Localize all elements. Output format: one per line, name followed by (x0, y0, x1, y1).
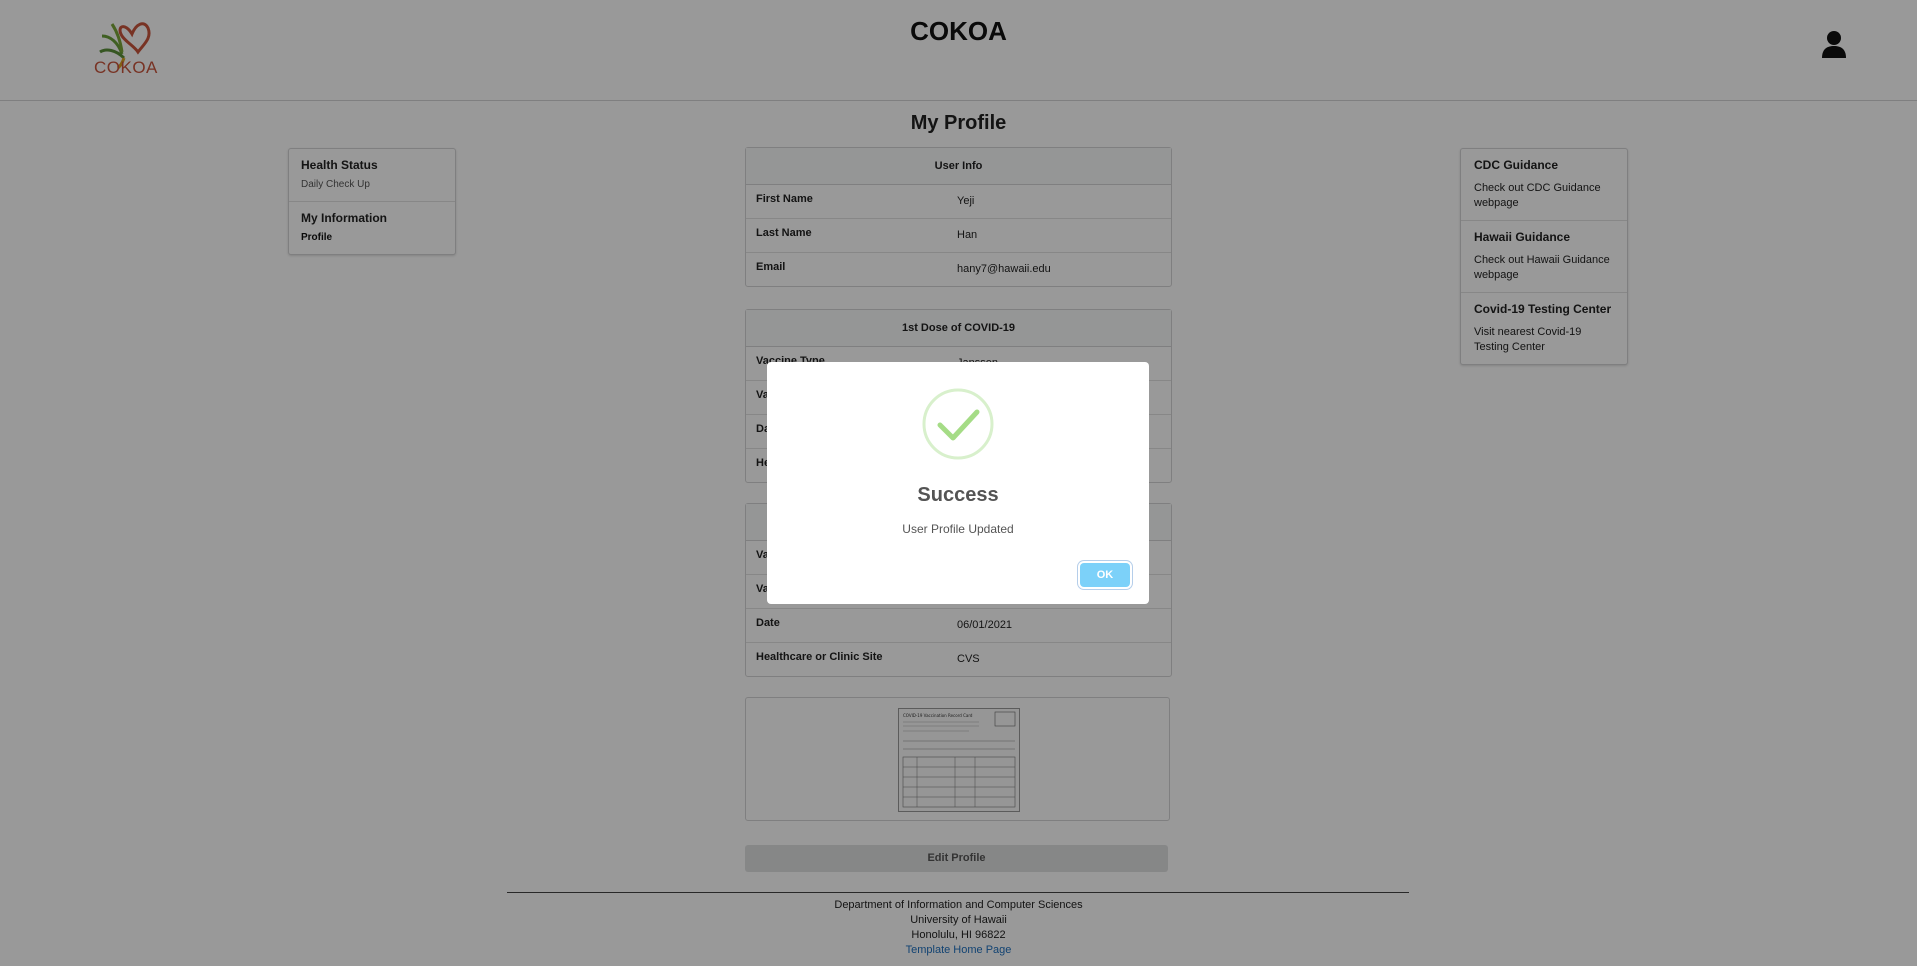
modal-title: Success (917, 484, 999, 506)
check-circle-icon (922, 388, 994, 460)
ok-button[interactable]: OK (1080, 563, 1130, 587)
success-modal: Success User Profile Updated OK (767, 362, 1149, 604)
modal-message: User Profile Updated (902, 522, 1014, 536)
